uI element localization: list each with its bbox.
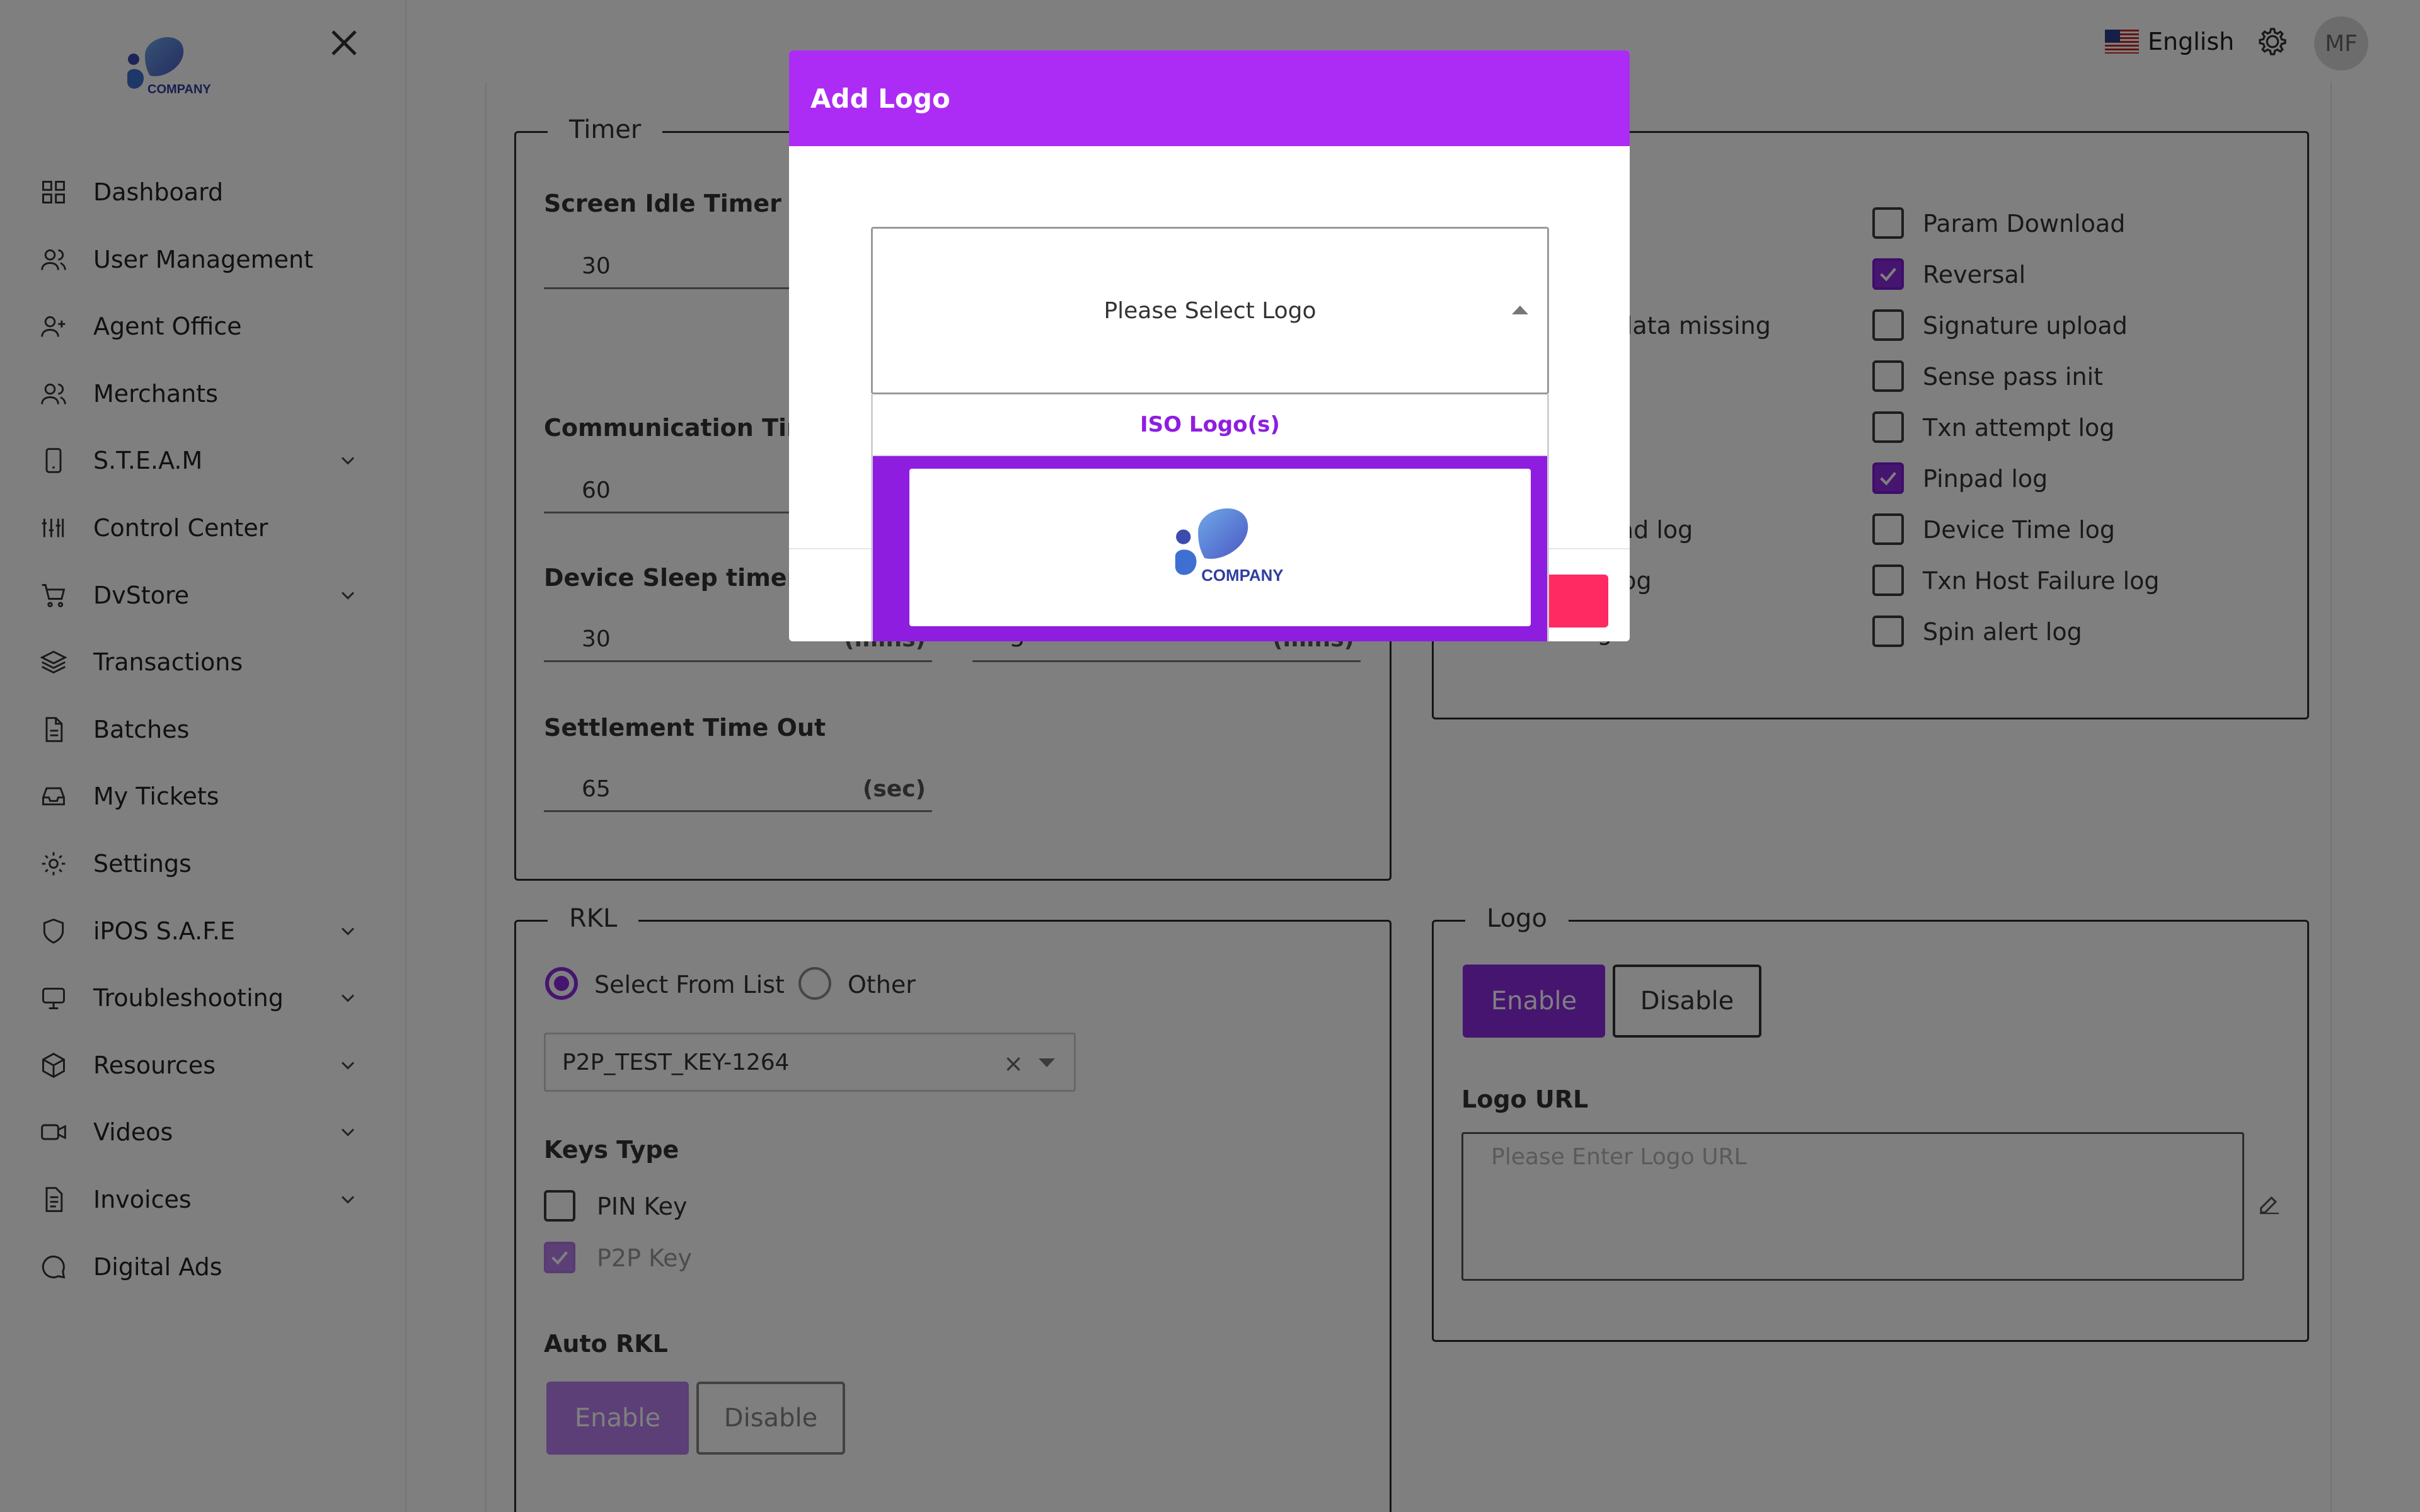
logo-select[interactable]: Please Select Logo (871, 227, 1549, 394)
dropdown-option-company-logo[interactable]: COMPANY (873, 456, 1547, 641)
logo-dropdown-menu: ISO Logo(s) COMPANY (871, 394, 1549, 641)
logo-select-placeholder: Please Select Logo (1103, 297, 1317, 324)
caret-up-icon (1512, 306, 1528, 314)
modal-title: Add Logo (789, 50, 1630, 146)
dropdown-group-label: ISO Logo(s) (873, 394, 1547, 456)
svg-text:COMPANY: COMPANY (1201, 567, 1283, 585)
option-logo-image: COMPANY (909, 469, 1531, 626)
